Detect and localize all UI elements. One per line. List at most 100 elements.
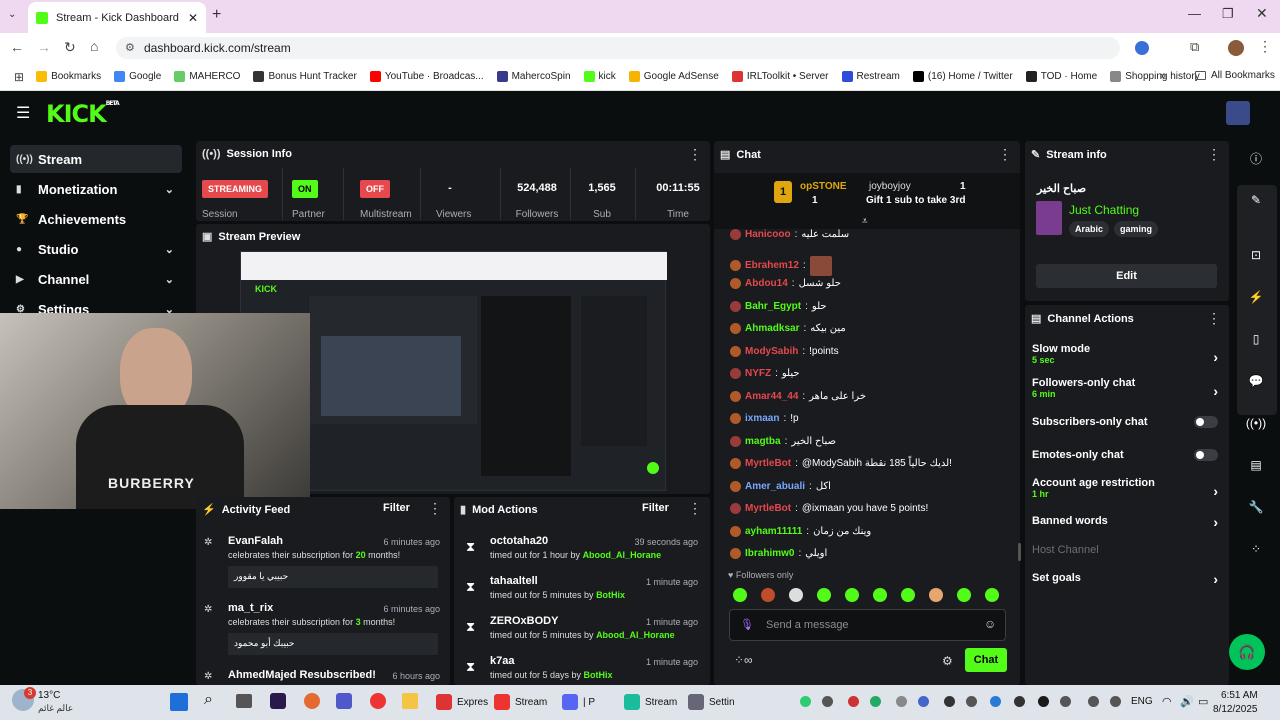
chat-username[interactable]: Abdou14 — [745, 278, 788, 289]
battery-icon[interactable]: ▭ — [1198, 695, 1208, 708]
all-bookmarks[interactable]: All Bookmarks — [1195, 70, 1275, 81]
emote-6-icon[interactable] — [873, 588, 887, 602]
clock-time[interactable]: 6:51 AM — [1221, 690, 1258, 701]
channel-action-slow-mode[interactable]: Slow mode 5 sec › — [1032, 343, 1222, 371]
toggle-switch[interactable] — [1194, 449, 1218, 461]
moderated-username[interactable]: ZEROxBODY — [490, 615, 558, 627]
emoji-picker-icon[interactable]: ☺ — [984, 617, 996, 631]
session-menu-icon[interactable]: ⋮ — [688, 146, 702, 163]
bookmark-item[interactable]: MahercoSpin — [496, 71, 571, 82]
layout-icon[interactable]: ▤ — [1245, 454, 1267, 476]
taskbar-app-1[interactable]: Stream — [494, 694, 547, 710]
activity-menu-icon[interactable]: ⋮ — [428, 500, 442, 517]
channel-actions-menu-icon[interactable]: ⋮ — [1207, 310, 1221, 327]
extensions-puzzle-icon[interactable]: ⧉ — [1190, 39, 1199, 55]
reload-icon[interactable]: ↻ — [64, 39, 76, 56]
bookmark-item[interactable]: Shopping history — [1110, 71, 1200, 82]
tray-icon[interactable] — [1038, 696, 1049, 707]
back-icon[interactable]: ← — [10, 39, 24, 55]
send-chat-button[interactable]: Chat — [965, 648, 1007, 672]
clock-date[interactable]: 8/12/2025 — [1213, 704, 1258, 715]
activity-filter-button[interactable]: Filter — [383, 502, 410, 514]
chat-username[interactable]: ayham11111 — [745, 526, 802, 537]
taskbar-app-2[interactable]: | P — [562, 694, 595, 710]
tray-icon[interactable] — [800, 696, 811, 707]
bookmark-item[interactable]: MAHERCO — [174, 71, 240, 82]
chat-username[interactable]: Hanicooo — [745, 229, 791, 240]
moderator-name[interactable]: Abood_Al_Horane — [583, 550, 662, 560]
bookmark-item[interactable]: (16) Home / Twitter — [912, 71, 1013, 82]
channel-action-account-age-restriction[interactable]: Account age restriction 1 hr › — [1032, 477, 1222, 505]
chat-username[interactable]: NYFZ — [745, 368, 771, 379]
clipboard-icon[interactable]: ▯ — [1245, 328, 1267, 350]
chat-users-icon[interactable]: ⁘∞ — [734, 653, 753, 667]
chat-settings-icon[interactable]: ⚙ — [942, 654, 953, 668]
start-menu-icon[interactable] — [170, 693, 188, 711]
mod-filter-button[interactable]: Filter — [642, 502, 669, 514]
browser-tab-active[interactable]: Stream - Kick Dashboard ✕ — [28, 2, 206, 33]
expand-pinned-icon[interactable]: ⩡ — [862, 216, 868, 227]
tools-rail-icon[interactable]: 🔧 — [1245, 496, 1267, 518]
hamburger-menu-icon[interactable]: ☰ — [16, 103, 30, 123]
task-view-icon[interactable] — [236, 694, 252, 708]
info-icon[interactable]: ⓘ — [1245, 147, 1267, 169]
taskbar-app-0[interactable]: Expres — [436, 694, 488, 710]
emote-7-icon[interactable] — [901, 588, 915, 602]
emote-9-icon[interactable] — [957, 588, 971, 602]
profile-avatar[interactable] — [1228, 40, 1244, 56]
chat-username[interactable]: Bahr_Egypt — [745, 301, 801, 312]
bookmark-item[interactable]: IRLToolkit • Server — [731, 71, 829, 82]
chat-username[interactable]: ModySabih — [745, 346, 798, 357]
minimize-icon[interactable]: — — [1188, 6, 1201, 21]
apps-rail-icon[interactable]: ⁘ — [1245, 538, 1267, 560]
chat-username[interactable]: Ebrahem12 — [745, 260, 799, 271]
tray-icon[interactable] — [1060, 696, 1071, 707]
emote-2-icon[interactable] — [761, 588, 775, 602]
site-info-icon[interactable]: ⚙ — [125, 41, 135, 54]
emote-10-icon[interactable] — [985, 588, 999, 602]
taskbar-search-icon[interactable]: ⌕ — [204, 691, 213, 709]
moderator-name[interactable]: Abood_Al_Horane — [596, 630, 675, 640]
microphone-icon[interactable]: 🎙 — [740, 618, 754, 631]
input-language[interactable]: ENG — [1131, 696, 1153, 707]
volume-icon[interactable]: 🔊 — [1180, 695, 1194, 708]
gifter-name[interactable]: opSTONE — [800, 181, 846, 192]
bookmark-item[interactable]: TOD · Home — [1025, 71, 1097, 82]
apps-grid-icon[interactable]: ⊞ — [14, 70, 24, 84]
tray-icon[interactable] — [848, 696, 859, 707]
close-window-icon[interactable]: ✕ — [1256, 5, 1268, 22]
close-tab-icon[interactable]: ✕ — [188, 11, 198, 25]
bookmark-item[interactable]: Google AdSense — [628, 71, 719, 82]
tray-icon[interactable] — [870, 696, 881, 707]
activity-username[interactable]: EvanFalah — [228, 535, 283, 547]
sidebar-item-channel[interactable]: ▶ Channel ⌄ — [10, 265, 182, 293]
taskbar-app-4[interactable]: Settin — [688, 694, 735, 710]
tray-icon[interactable] — [822, 696, 833, 707]
stream-info-menu-icon[interactable]: ⋮ — [1207, 146, 1221, 163]
wifi-icon[interactable]: ◠ — [1162, 695, 1172, 708]
bookmark-item[interactable]: Bookmarks — [36, 71, 101, 82]
chat-username[interactable]: MyrtleBot — [745, 458, 791, 469]
tray-icon[interactable] — [896, 696, 907, 707]
extension-icon[interactable] — [1135, 41, 1149, 55]
stream-tag[interactable]: Arabic — [1069, 221, 1110, 237]
user-avatar[interactable] — [1226, 101, 1250, 125]
activity-username[interactable]: ma_t_rix — [228, 602, 273, 614]
chat-menu-icon[interactable]: ⋮ — [998, 146, 1012, 163]
channel-action-emotes-only-chat[interactable]: Emotes-only chat — [1032, 449, 1222, 465]
chat-bubble-icon[interactable]: 💬 — [1245, 370, 1267, 392]
bookmark-item[interactable]: kick — [583, 71, 616, 82]
maximize-icon[interactable]: ❐ — [1222, 6, 1234, 22]
chat-input[interactable]: 🎙 Send a message ☺ — [729, 609, 1006, 641]
kick-logo[interactable]: KICKBETA — [46, 100, 120, 128]
forward-icon[interactable]: → — [37, 39, 51, 55]
after-effects-icon[interactable] — [270, 693, 286, 709]
edit-stream-info-button[interactable]: Edit — [1036, 264, 1217, 288]
chat-username[interactable]: Ahmadksar — [745, 323, 799, 334]
more-bookmarks-icon[interactable]: » — [1160, 70, 1166, 82]
chat-username[interactable]: Amer_abuali — [745, 481, 805, 492]
channel-action-set-goals[interactable]: Set goals › — [1032, 571, 1222, 588]
bookmark-item[interactable]: Bonus Hunt Tracker — [253, 71, 357, 82]
flash-icon[interactable]: ⚡ — [1245, 286, 1267, 308]
emote-1-icon[interactable] — [733, 588, 747, 602]
